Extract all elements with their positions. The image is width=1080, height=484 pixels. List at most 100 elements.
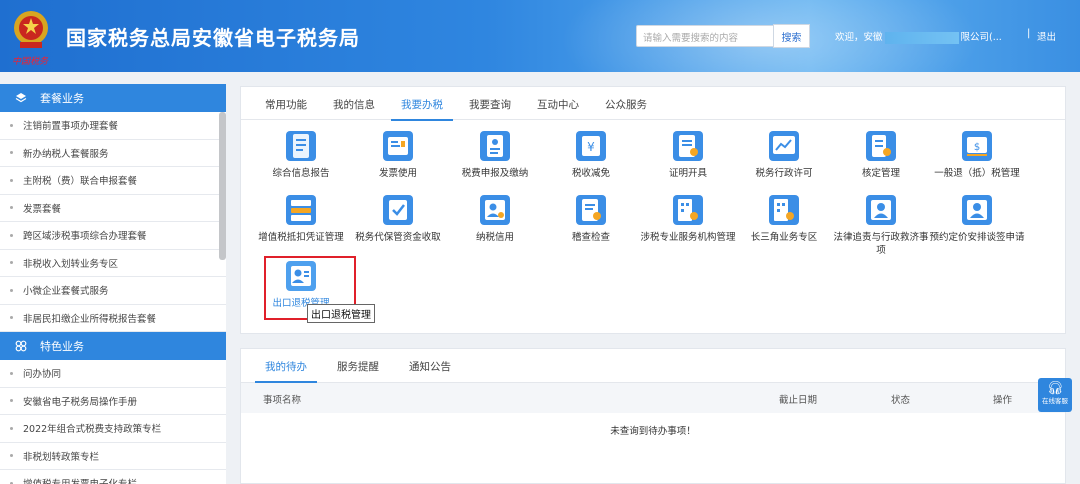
tab[interactable]: 我要查询: [459, 87, 521, 120]
tab[interactable]: 我要办税: [391, 87, 453, 121]
sidebar-item[interactable]: 问办协同: [0, 360, 226, 388]
tooltip: 出口退税管理: [307, 304, 375, 323]
sidebar-item-label: 小微企业套餐式服务: [23, 286, 109, 298]
certificate-icon: [673, 131, 703, 161]
function-tile[interactable]: 综合信息报告: [253, 131, 349, 180]
function-panel: 常用功能 我的信息 我要办税 我要查询 互动中心 公众服务 综合信息报告 发票使用 税费申报及…: [240, 86, 1066, 334]
function-tile[interactable]: 涉税专业服务机构管理: [640, 195, 736, 244]
welcome-text: 欢迎，安徽 限公司(...: [835, 29, 1002, 44]
bullet-dot: [10, 233, 13, 237]
function-tile-label: 长三角业务专区: [750, 232, 818, 243]
function-tile-label: 核定管理: [861, 168, 900, 179]
tab[interactable]: 我的信息: [323, 87, 385, 120]
sidebar-group-package-list: 注销前置事项办理套餐 新办纳税人套餐服务主附税（费）联合申报套餐发票套餐跨区域涉税…: [0, 112, 226, 332]
sidebar-item-label: 非税收入划转业务专区: [23, 258, 119, 270]
function-tile-label: 法律追责与行政救济事项: [833, 232, 929, 256]
function-tile[interactable]: 增值税抵扣凭证管理: [253, 195, 349, 244]
sidebar-group-title: 特色业务: [40, 340, 84, 353]
sidebar-item[interactable]: 非税收入划转业务专区: [0, 250, 226, 277]
search-button[interactable]: 搜索: [773, 24, 810, 48]
invoice-icon: [383, 131, 413, 161]
vat-deduction-icon: [286, 195, 316, 225]
todo-table-header: 事项名称 截止日期 状态 操作: [241, 383, 1065, 413]
tab[interactable]: 互动中心: [527, 87, 589, 120]
sidebar-item[interactable]: 安徽省电子税务局操作手册: [0, 388, 226, 415]
agency-icon: [673, 195, 703, 225]
bullet-dot: [10, 454, 13, 458]
sidebar-item[interactable]: 主附税（费）联合申报套餐: [0, 167, 226, 195]
col-deadline: 截止日期: [779, 395, 818, 406]
sidebar-item-label: 安徽省电子税务局操作手册: [23, 396, 138, 408]
sidebar-group-feature-list: 问办协同安徽省电子税务局操作手册 2022年组合式税费支持政策专栏 非税划转政策专栏…: [0, 360, 226, 484]
yangtze-delta-icon: [769, 195, 799, 225]
function-tile-label: 综合信息报告: [272, 168, 330, 179]
sidebar-item[interactable]: 注销前置事项办理套餐: [0, 112, 226, 140]
sidebar-item-label: 增值税专用发票电子化专栏: [23, 476, 137, 484]
sidebar-item-label: 注销前置事项办理套餐: [23, 121, 119, 133]
function-tile[interactable]: 税务代保管资金收取: [350, 195, 446, 244]
sidebar-scrollbar[interactable]: [219, 112, 226, 260]
function-tile[interactable]: 稽查检查: [543, 195, 639, 244]
bullet-dot: [10, 261, 13, 265]
sidebar-item[interactable]: 小微企业套餐式服务: [0, 277, 226, 305]
sidebar-item[interactable]: 发票套餐: [0, 195, 226, 222]
clover-icon: [14, 339, 28, 353]
sidebar-item-label: 主附税（费）联合申报套餐: [23, 176, 138, 188]
bullet-dot: [10, 178, 13, 182]
function-tile[interactable]: ¥ 税收减免: [543, 131, 639, 180]
function-tile[interactable]: 发票使用: [350, 131, 446, 180]
bullet-dot: [10, 316, 13, 320]
online-service-label: 在线客服: [1042, 397, 1068, 405]
sidebar-item-label: 新办纳税人套餐服务: [23, 148, 109, 160]
sidebar-group-package[interactable]: 套餐业务: [0, 84, 226, 112]
sidebar-item[interactable]: 新办纳税人套餐服务: [0, 140, 226, 167]
bullet-dot: [10, 206, 13, 210]
tax-emblem-icon: [14, 11, 48, 48]
headset-icon: 🎧︎: [1046, 381, 1064, 396]
sidebar-item[interactable]: 非居民扣缴企业所得税报告套餐: [0, 305, 226, 332]
function-tile-label: 稽查检查: [571, 232, 610, 243]
function-tile[interactable]: 预约定价安排谈签申请: [929, 195, 1025, 244]
function-tile-label: 预约定价安排谈签申请: [929, 232, 1025, 243]
bullet-dot: [10, 426, 13, 430]
logout-link[interactable]: 退出: [1037, 29, 1056, 43]
tax-credit-icon: [480, 195, 510, 225]
bullet-dot: [10, 151, 13, 155]
function-tile[interactable]: 长三角业务专区: [736, 195, 832, 244]
svg-text:$: $: [974, 142, 980, 153]
tab[interactable]: 我的待办: [255, 349, 317, 383]
bullet-dot: [10, 288, 13, 292]
admin-license-icon: [769, 131, 799, 161]
sidebar-group-feature[interactable]: 特色业务: [0, 332, 226, 360]
sidebar-item-label: 非居民扣缴企业所得税报告套餐: [23, 313, 157, 325]
sidebar-item[interactable]: 增值税专用发票电子化专栏: [0, 470, 226, 484]
online-service-button[interactable]: 🎧︎ 在线客服: [1038, 378, 1072, 412]
col-item-name: 事项名称: [263, 395, 302, 406]
function-tile[interactable]: 证明开具: [640, 131, 736, 180]
tab[interactable]: 服务提醒: [327, 349, 389, 382]
function-tile-label: 税收减免: [571, 168, 610, 179]
sidebar-item[interactable]: 跨区域涉税事项综合办理套餐: [0, 222, 226, 250]
tab[interactable]: 通知公告: [399, 349, 461, 382]
tab[interactable]: 公众服务: [595, 87, 657, 120]
sidebar-item-label: 跨区域涉税事项综合办理套餐: [23, 231, 147, 243]
function-tile[interactable]: 纳税信用: [447, 195, 543, 244]
function-tile[interactable]: 税务行政许可: [736, 131, 832, 180]
site-header: 中国税务 国家税务总局安徽省电子税务局 请输入需要搜索的内容 搜索 欢迎，安徽 限…: [0, 0, 1080, 72]
function-tile[interactable]: 税费申报及缴纳: [447, 131, 543, 180]
tab[interactable]: 常用功能: [255, 87, 317, 120]
welcome-suffix: 限公司(...: [960, 32, 1002, 43]
sidebar-item[interactable]: 非税划转政策专栏: [0, 443, 226, 470]
sidebar-item[interactable]: 2022年组合式税费支持政策专栏: [0, 415, 226, 443]
function-tile[interactable]: 法律追责与行政救济事项: [833, 195, 929, 257]
search-input[interactable]: 请输入需要搜索的内容: [636, 25, 774, 47]
function-tile[interactable]: $ 一般退（抵）税管理: [929, 131, 1025, 180]
function-tabs: 常用功能 我的信息 我要办税 我要查询 互动中心 公众服务: [241, 87, 1065, 121]
sidebar-item-label: 问办协同: [23, 369, 62, 381]
assessment-icon: [866, 131, 896, 161]
layers-icon: [14, 91, 28, 105]
function-tile[interactable]: 核定管理: [833, 131, 929, 180]
redacted-name: [884, 31, 959, 44]
todo-empty-text: 未查询到待办事项！: [610, 426, 696, 437]
function-tile-label: 涉税专业服务机构管理: [640, 232, 736, 243]
